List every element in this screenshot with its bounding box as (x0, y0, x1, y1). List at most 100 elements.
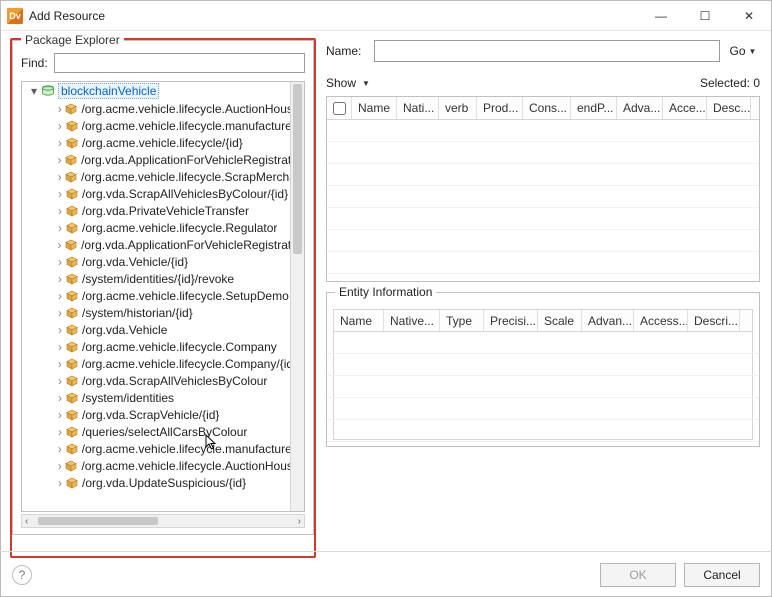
chevron-right-icon[interactable] (54, 153, 65, 167)
chevron-down-icon[interactable] (28, 84, 40, 98)
chevron-right-icon[interactable] (54, 459, 65, 473)
ok-button[interactable]: OK (600, 563, 676, 587)
chevron-right-icon[interactable] (54, 374, 66, 388)
tree-item[interactable]: /org.vda.Vehicle (22, 321, 290, 338)
chevron-right-icon[interactable] (54, 476, 66, 490)
tree-item-label: /org.acme.vehicle.lifecycle.Company (82, 340, 277, 354)
chevron-right-icon[interactable] (54, 289, 66, 303)
tree-item[interactable]: /org.vda.Vehicle/{id} (22, 253, 290, 270)
column-header[interactable]: Precisi... (484, 310, 538, 331)
column-header[interactable]: Adva... (617, 97, 663, 119)
tree-item[interactable]: /org.vda.ApplicationForVehicleRegistrati… (22, 151, 290, 168)
column-header[interactable]: Name (334, 310, 384, 331)
go-button[interactable]: Go ▼ (726, 40, 760, 62)
tree-root-label[interactable]: blockchainVehicle (58, 83, 159, 99)
tree-item[interactable]: /org.acme.vehicle.lifecycle.Company (22, 338, 290, 355)
find-input[interactable] (54, 53, 305, 73)
tree-item-label: /queries/selectAllCarsByColour (82, 425, 247, 439)
tree-item[interactable]: /org.acme.vehicle.lifecycle.manufacturer (22, 117, 290, 134)
package-icon (66, 426, 78, 438)
scrollbar-thumb[interactable] (293, 84, 302, 254)
column-header[interactable]: verb (439, 97, 477, 119)
column-header[interactable]: endP... (571, 97, 617, 119)
tree-item-label: /org.acme.vehicle.lifecycle.ScrapMerchan… (81, 170, 290, 184)
maximize-button[interactable]: ☐ (683, 1, 727, 31)
column-header[interactable]: Descri... (688, 310, 740, 331)
scrollbar-thumb[interactable] (38, 517, 158, 525)
chevron-right-icon[interactable] (54, 357, 66, 371)
tree-item[interactable]: /org.acme.vehicle.lifecycle/{id} (22, 134, 290, 151)
column-header[interactable]: Acce... (663, 97, 707, 119)
tree-item[interactable]: /org.acme.vehicle.lifecycle.AuctionHouse (22, 100, 290, 117)
column-header[interactable]: Prod... (477, 97, 523, 119)
app-icon: Dv (7, 8, 23, 24)
tree-item[interactable]: /queries/selectAllCarsByColour (22, 423, 290, 440)
tree-vertical-scrollbar[interactable] (290, 82, 304, 511)
tree-item[interactable]: /org.vda.ApplicationForVehicleRegistrati… (22, 236, 290, 253)
column-header[interactable]: Access... (634, 310, 688, 331)
tree-item[interactable]: /org.acme.vehicle.lifecycle.ScrapMerchan… (22, 168, 290, 185)
tree-item-label: /org.acme.vehicle.lifecycle/{id} (82, 136, 243, 150)
tree-item-label: /org.vda.ApplicationForVehicleRegistrati… (81, 153, 290, 167)
name-label: Name: (326, 44, 368, 58)
tree-item[interactable]: /system/historian/{id} (22, 304, 290, 321)
chevron-right-icon[interactable] (54, 204, 66, 218)
tree-item[interactable]: /org.acme.vehicle.lifecycle.SetupDemo (22, 287, 290, 304)
tree-horizontal-scrollbar[interactable]: ‹ › (21, 514, 305, 528)
chevron-right-icon[interactable] (54, 442, 66, 456)
chevron-right-icon[interactable] (54, 187, 66, 201)
tree-item[interactable]: /org.acme.vehicle.lifecycle.Company/{id} (22, 355, 290, 372)
chevron-right-icon[interactable] (54, 408, 66, 422)
chevron-right-icon[interactable] (54, 323, 66, 337)
column-header[interactable]: Type (440, 310, 484, 331)
column-header[interactable]: Nati... (397, 97, 439, 119)
help-icon[interactable]: ? (12, 565, 32, 585)
tree-item-label: /org.acme.vehicle.lifecycle.AuctionHouse (81, 459, 290, 473)
package-icon (65, 460, 77, 472)
package-icon (66, 273, 78, 285)
column-header[interactable]: Name (352, 97, 397, 119)
close-button[interactable]: ✕ (727, 1, 771, 31)
entity-information-legend: Entity Information (335, 285, 436, 299)
column-header[interactable]: Advan... (582, 310, 634, 331)
chevron-right-icon[interactable] (54, 272, 66, 286)
chevron-right-icon[interactable] (54, 119, 66, 133)
tree-item-label: /org.acme.vehicle.lifecycle.SetupDemo (82, 289, 289, 303)
chevron-right-icon[interactable] (54, 391, 66, 405)
tree-item[interactable]: /org.vda.ScrapAllVehiclesByColour/{id} (22, 185, 290, 202)
package-tree[interactable]: blockchainVehicle /org.acme.vehicle.life… (21, 81, 305, 512)
select-all-checkbox[interactable] (327, 97, 352, 119)
chevron-right-icon[interactable] (54, 238, 65, 252)
tree-item[interactable]: /system/identities (22, 389, 290, 406)
tree-item[interactable]: /org.vda.ScrapAllVehiclesByColour (22, 372, 290, 389)
chevron-right-icon[interactable] (54, 340, 66, 354)
tree-root[interactable]: blockchainVehicle (22, 82, 290, 100)
show-menu-button[interactable]: Show ▼ (326, 76, 370, 90)
chevron-right-icon[interactable] (54, 221, 66, 235)
tree-item[interactable]: /org.acme.vehicle.lifecycle.AuctionHouse (22, 457, 290, 474)
tree-item[interactable]: /org.acme.vehicle.lifecycle.manufacturer (22, 440, 290, 457)
entity-table-body[interactable] (333, 332, 753, 440)
tree-item[interactable]: /org.vda.UpdateSuspicious/{id} (22, 474, 290, 491)
column-header[interactable]: Desc... (707, 97, 751, 119)
tree-item-label: /org.vda.PrivateVehicleTransfer (82, 204, 249, 218)
right-panel: Name: Go ▼ Show ▼ Selected: 0 NameNati..… (326, 40, 760, 539)
tree-item[interactable]: /org.vda.PrivateVehicleTransfer (22, 202, 290, 219)
cancel-button[interactable]: Cancel (684, 563, 760, 587)
column-header[interactable]: Scale (538, 310, 582, 331)
package-icon (65, 171, 77, 183)
name-input[interactable] (374, 40, 720, 62)
minimize-button[interactable]: — (639, 1, 683, 31)
tree-item[interactable]: /org.acme.vehicle.lifecycle.Regulator (22, 219, 290, 236)
tree-item[interactable]: /org.vda.ScrapVehicle/{id} (22, 406, 290, 423)
chevron-right-icon[interactable] (54, 425, 66, 439)
tree-item[interactable]: /system/identities/{id}/revoke (22, 270, 290, 287)
chevron-right-icon[interactable] (54, 170, 65, 184)
chevron-right-icon[interactable] (54, 255, 66, 269)
chevron-right-icon[interactable] (54, 306, 66, 320)
column-header[interactable]: Cons... (523, 97, 571, 119)
chevron-right-icon[interactable] (54, 136, 66, 150)
results-table[interactable]: NameNati...verbProd...Cons...endP...Adva… (326, 96, 760, 282)
chevron-right-icon[interactable] (54, 102, 65, 116)
column-header[interactable]: Native... (384, 310, 440, 331)
